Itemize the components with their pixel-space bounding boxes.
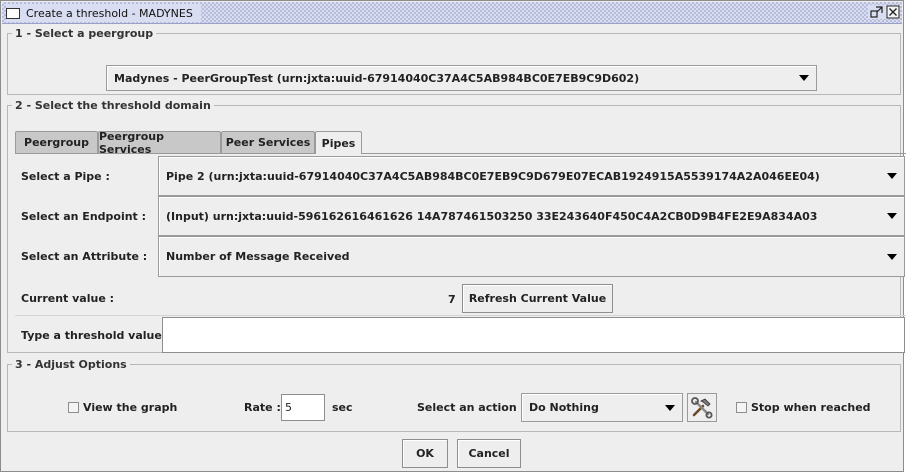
window-title: Create a threshold - MADYNES	[26, 6, 193, 20]
chevron-down-icon	[887, 173, 897, 179]
tab-peergroup-services-label: Peergroup Services	[99, 129, 164, 156]
threshold-input[interactable]	[162, 317, 905, 353]
tools-icon	[691, 396, 713, 418]
current-value-label: Current value :	[21, 291, 115, 305]
window-icon	[6, 7, 20, 19]
tab-pipes[interactable]: Pipes	[315, 131, 362, 154]
tab-pipes-label: Pipes	[321, 136, 356, 150]
tab-peergroup-services[interactable]: Peergroup Services	[98, 129, 221, 156]
peergroup-section-title: 1 - Select a peergroup	[15, 27, 154, 40]
attribute-select[interactable]: Number of Message Received	[158, 236, 905, 277]
attribute-label: Select an Attribute :	[21, 249, 148, 263]
title-group: Create a threshold - MADYNES	[6, 4, 201, 22]
pipe-label: Select a Pipe :	[21, 169, 110, 183]
peergroup-select-value: Madynes - PeerGroupTest (urn:jxta:uuid-6…	[114, 71, 640, 85]
chevron-down-icon	[887, 253, 897, 260]
peergroup-select[interactable]: Madynes - PeerGroupTest (urn:jxta:uuid-6…	[106, 65, 817, 91]
tab-peer-services-label: Peer Services	[225, 136, 311, 149]
pipe-select[interactable]: Pipe 2 (urn:jxta:uuid-67914040C37A4C5AB9…	[158, 156, 905, 196]
chevron-down-icon	[799, 75, 809, 81]
chevron-down-icon	[665, 404, 675, 411]
row-divider	[15, 315, 906, 316]
restore-icon[interactable]	[870, 5, 884, 19]
ok-button[interactable]: OK	[402, 439, 448, 468]
rate-input[interactable]: 5	[281, 394, 325, 421]
chevron-down-icon	[887, 213, 897, 219]
stop-when-reached-label: Stop when reached	[751, 401, 871, 414]
threshold-domain-section-title: 2 - Select the threshold domain	[15, 99, 211, 112]
action-select[interactable]: Do Nothing	[521, 393, 683, 422]
threshold-label: Type a threshold value :	[21, 328, 171, 342]
title-bar[interactable]: Create a threshold - MADYNES	[2, 2, 902, 24]
endpoint-label: Select an Endpoint :	[21, 209, 147, 223]
tab-peergroup[interactable]: Peergroup	[15, 131, 98, 153]
cancel-button[interactable]: Cancel	[457, 439, 521, 468]
current-value: 7	[448, 293, 456, 306]
view-graph-label: View the graph	[83, 401, 178, 414]
view-graph-checkbox[interactable]	[68, 402, 79, 413]
adjust-options-section-title: 3 - Adjust Options	[15, 358, 127, 371]
endpoint-select-value: (Input) urn:jxta:uuid-596162616461626 14…	[166, 209, 818, 223]
rate-unit: sec	[332, 401, 353, 414]
stop-when-reached-checkbox[interactable]	[736, 402, 747, 413]
refresh-current-value-button[interactable]: Refresh Current Value	[462, 284, 613, 313]
tab-peergroup-label: Peergroup	[24, 136, 89, 149]
close-icon[interactable]	[886, 5, 900, 19]
pipe-select-value: Pipe 2 (urn:jxta:uuid-67914040C37A4C5AB9…	[166, 169, 820, 183]
attribute-select-value: Number of Message Received	[166, 250, 350, 263]
action-select-value: Do Nothing	[529, 401, 599, 414]
endpoint-select[interactable]: (Input) urn:jxta:uuid-596162616461626 14…	[158, 196, 905, 236]
configure-action-button[interactable]	[687, 393, 717, 422]
title-buttons	[868, 5, 900, 19]
adjust-options-section: 3 - Adjust Options	[7, 358, 901, 432]
action-label: Select an action :	[417, 401, 525, 414]
tab-peer-services[interactable]: Peer Services	[221, 131, 315, 153]
threshold-dialog: Create a threshold - MADYNES 1 - Select …	[0, 0, 906, 472]
rate-label: Rate :	[244, 401, 281, 414]
